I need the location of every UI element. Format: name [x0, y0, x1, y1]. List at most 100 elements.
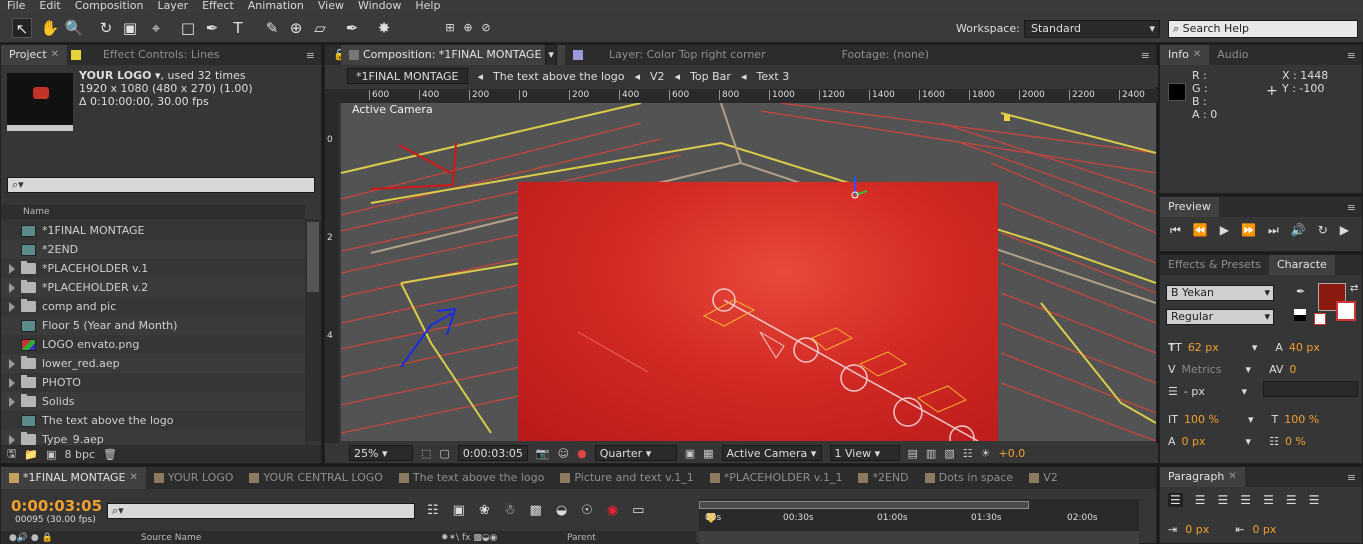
- menu-layer[interactable]: Layer: [157, 0, 188, 13]
- font-family-select[interactable]: B Yekan ▾: [1166, 285, 1274, 301]
- motion-blur-icon[interactable]: ☃: [504, 503, 516, 518]
- tab-info[interactable]: Info ✕: [1160, 45, 1210, 65]
- menu-effect[interactable]: Effect: [202, 0, 234, 13]
- font-size-value[interactable]: 62 px: [1188, 337, 1246, 359]
- zoom-select[interactable]: 25% ▾: [349, 445, 413, 461]
- default-colors-icon[interactable]: [1294, 309, 1306, 321]
- previous-frame-icon[interactable]: ⏪: [1193, 223, 1208, 238]
- panel-menu-icon[interactable]: ≡: [1347, 471, 1362, 484]
- tab-project[interactable]: Project ✕: [1, 45, 68, 65]
- red-layer-preview[interactable]: [518, 182, 998, 441]
- panel-menu-icon[interactable]: ≡: [1141, 49, 1156, 62]
- rotate-tool-icon[interactable]: ↻: [96, 18, 116, 38]
- project-item[interactable]: Floor 5 (Year and Month): [1, 316, 305, 335]
- workspace-select[interactable]: Standard ▾: [1024, 20, 1160, 38]
- show-snapshot-icon[interactable]: ☺: [558, 447, 569, 460]
- lock-icon[interactable]: 🔒: [325, 45, 347, 65]
- brainstorm-icon[interactable]: ◉: [607, 503, 618, 518]
- tab-layer[interactable]: Layer: Color Top right corner: [565, 45, 774, 65]
- current-time-display[interactable]: 0:00:03:05: [11, 497, 102, 515]
- project-item[interactable]: lower_red.aep: [1, 354, 305, 373]
- close-icon[interactable]: ✕: [51, 45, 59, 65]
- composition-viewer[interactable]: Active Camera: [341, 103, 1156, 441]
- close-icon[interactable]: ✕: [130, 468, 138, 488]
- current-time-field[interactable]: 0:00:03:05: [457, 445, 528, 461]
- trash-icon[interactable]: 🗑: [103, 448, 117, 461]
- close-icon[interactable]: ✕: [1228, 467, 1236, 487]
- menu-animation[interactable]: Animation: [248, 0, 304, 13]
- tab-composition[interactable]: Composition: *1FINAL MONTAGE ▾: [341, 44, 565, 66]
- project-item[interactable]: PHOTO: [1, 373, 305, 392]
- axis-mode-world-icon[interactable]: ⊕: [458, 18, 478, 38]
- resolution-select[interactable]: Quarter ▾: [594, 445, 677, 461]
- search-help-field[interactable]: ⌕ Search Help: [1168, 20, 1358, 38]
- column-parent[interactable]: Parent: [567, 531, 596, 544]
- baseline-shift-value[interactable]: 0 px: [1182, 431, 1240, 453]
- timeline-track[interactable]: [699, 531, 1139, 544]
- region-of-interest-icon[interactable]: ▣: [685, 447, 695, 460]
- panel-menu-icon[interactable]: ≡: [306, 49, 321, 62]
- rectangle-tool-icon[interactable]: □: [178, 18, 198, 38]
- transparency-grid-icon[interactable]: ▦: [703, 447, 713, 460]
- tab-audio[interactable]: Audio: [1209, 45, 1256, 65]
- last-frame-icon[interactable]: ⏭: [1268, 223, 1279, 238]
- align-center-icon[interactable]: ☰: [1195, 493, 1206, 507]
- safe-zones-icon[interactable]: ▢: [439, 447, 449, 460]
- comp-mini-flowchart-icon[interactable]: ☷: [427, 503, 439, 518]
- tab-paragraph[interactable]: Paragraph ✕: [1160, 467, 1245, 487]
- time-ruler[interactable]: 00s 00:30s 01:00s 01:30s 02:00s: [699, 499, 1139, 544]
- chevron-down-icon[interactable]: ▾: [545, 44, 557, 66]
- zoom-tool-icon[interactable]: 🔍: [64, 18, 84, 38]
- project-scrollbar[interactable]: [305, 219, 321, 441]
- font-style-select[interactable]: Regular ▾: [1166, 309, 1274, 325]
- expand-arrow-icon[interactable]: [9, 396, 15, 407]
- graph-editor-icon[interactable]: ◒: [556, 503, 567, 518]
- selection-tool-icon[interactable]: ↖: [12, 18, 32, 38]
- project-item[interactable]: LOGO envato.png: [1, 335, 305, 354]
- breadcrumb-item[interactable]: Text 3: [756, 70, 789, 83]
- next-frame-icon[interactable]: ⏩: [1241, 223, 1256, 238]
- timeline-tab[interactable]: YOUR CENTRAL LOGO: [241, 467, 390, 489]
- tracking-value[interactable]: 0: [1289, 359, 1296, 381]
- tab-effects-presets[interactable]: Effects & Presets: [1160, 255, 1269, 275]
- flowchart-icon[interactable]: ☷: [963, 447, 973, 460]
- justify-center-icon[interactable]: ☰: [1263, 493, 1274, 507]
- tab-character[interactable]: Characte: [1269, 255, 1335, 275]
- timeline-tab[interactable]: *1FINAL MONTAGE ✕: [1, 467, 146, 489]
- frame-blending-icon[interactable]: ▩: [530, 503, 542, 518]
- exposure-value[interactable]: +0.0: [998, 447, 1025, 460]
- project-item[interactable]: comp and pic: [1, 297, 305, 316]
- draft-3d-icon[interactable]: ▣: [453, 503, 465, 518]
- hand-tool-icon[interactable]: ✋: [40, 18, 60, 38]
- stroke-style-select[interactable]: [1263, 381, 1358, 397]
- tsume-value[interactable]: 0 %: [1285, 431, 1306, 453]
- expand-arrow-icon[interactable]: [9, 377, 15, 388]
- expand-arrow-icon[interactable]: [9, 434, 15, 445]
- menu-composition[interactable]: Composition: [75, 0, 144, 13]
- clone-stamp-tool-icon[interactable]: ⊕: [286, 18, 306, 38]
- menu-view[interactable]: View: [318, 0, 344, 13]
- snapshot-icon[interactable]: 📷: [536, 447, 550, 460]
- expand-arrow-icon[interactable]: [9, 301, 15, 312]
- project-item[interactable]: *2END: [1, 240, 305, 259]
- panel-menu-icon[interactable]: ≡: [1347, 49, 1362, 62]
- 3d-axis-gizmo[interactable]: [835, 175, 875, 215]
- render-icon[interactable]: ▭: [632, 503, 644, 518]
- expand-arrow-icon[interactable]: [9, 263, 15, 274]
- justify-all-icon[interactable]: ☰: [1309, 493, 1320, 507]
- toggle-pixel-aspect-icon[interactable]: ▤: [908, 447, 918, 460]
- no-fill-icon[interactable]: [1314, 313, 1326, 325]
- pan-behind-tool-icon[interactable]: ⌖: [146, 18, 166, 38]
- indent-right-value[interactable]: 0 px: [1252, 523, 1276, 536]
- timeline-tab[interactable]: *2END: [850, 467, 916, 489]
- breadcrumb-item[interactable]: *1FINAL MONTAGE: [347, 68, 468, 84]
- channels-icon[interactable]: ●: [577, 447, 587, 460]
- horizontal-scale-value[interactable]: 100 %: [1284, 409, 1319, 431]
- view-camera-select[interactable]: Active Camera ▾: [721, 445, 822, 461]
- timeline-tab[interactable]: V2: [1021, 467, 1066, 489]
- indent-left-value[interactable]: 0 px: [1185, 523, 1209, 536]
- expand-arrow-icon[interactable]: [9, 358, 15, 369]
- breadcrumb-item[interactable]: V2: [650, 70, 665, 83]
- interpret-footage-icon[interactable]: 🖫: [7, 445, 16, 464]
- expand-arrow-icon[interactable]: [9, 282, 15, 293]
